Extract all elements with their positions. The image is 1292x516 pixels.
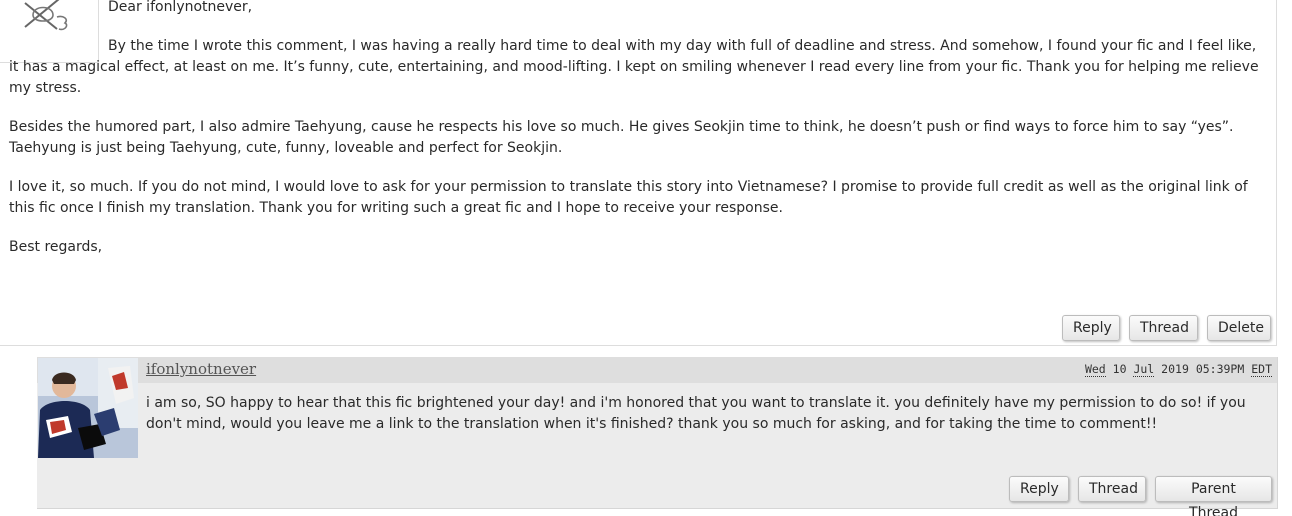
timestamp-day: Wed (1084, 362, 1106, 377)
comments-page: Dear ifonlynotnever, By the time I wrote… (0, 0, 1292, 516)
reply-comment: ifonlynotnever Wed 10 Jul 2019 05:39PM E… (37, 357, 1278, 516)
timestamp-month: Jul (1133, 362, 1155, 377)
timestamp-year: 2019 (1161, 362, 1189, 376)
comment-timestamp: Wed 10 Jul 2019 05:39PM EDT (1084, 362, 1272, 377)
reply-button[interactable]: Reply (1062, 315, 1120, 341)
timestamp-zone: EDT (1251, 362, 1272, 377)
timestamp-time: 05:39PM (1195, 362, 1245, 376)
parent-thread-button[interactable]: Parent Thread (1155, 476, 1272, 516)
avatar[interactable] (38, 358, 138, 458)
comment-paragraph: By the time I wrote this comment, I was … (9, 38, 1259, 96)
comment-paragraph: Besides the humored part, I also admire … (9, 119, 1234, 156)
delete-button[interactable]: Delete (1207, 315, 1271, 341)
comment-body: Dear ifonlynotnever, By the time I wrote… (9, 0, 1267, 276)
comment-paragraph: I love it, so much. If you do not mind, … (9, 179, 1248, 216)
comment-body: i am so, SO happy to hear that this fic … (146, 395, 1246, 432)
comment: Dear ifonlynotnever, By the time I wrote… (0, 0, 1277, 346)
comment-salutation: Dear ifonlynotnever, (108, 0, 253, 15)
user-avatar-icon (38, 358, 138, 458)
comment-author-link[interactable]: ifonlynotnever (146, 360, 256, 378)
thread-button[interactable]: Thread (1129, 315, 1198, 341)
timestamp-date: 10 (1112, 362, 1127, 376)
comment-paragraph: Best regards, (9, 239, 103, 255)
thread-button[interactable]: Thread (1078, 476, 1146, 502)
reply-button[interactable]: Reply (1009, 476, 1069, 502)
